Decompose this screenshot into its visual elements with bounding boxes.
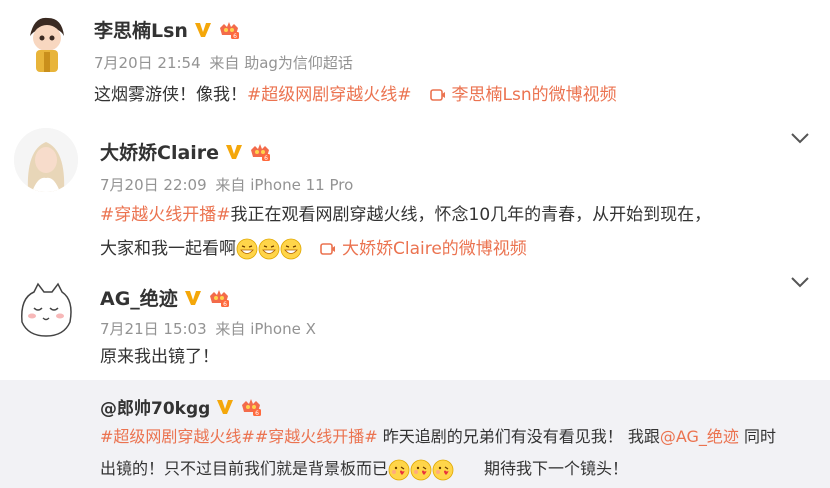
author-name[interactable]: 大娇娇Claire	[100, 138, 219, 165]
crown-badge-icon[interactable]	[240, 398, 262, 416]
post-date[interactable]: 7月20日 22:09	[100, 176, 207, 194]
post-date[interactable]: 7月21日 15:03	[100, 320, 207, 338]
author-name[interactable]: AG_绝迹	[100, 284, 178, 311]
avatar[interactable]	[14, 10, 78, 74]
post-3: AG_绝迹 7月21日 15:03 来自 iPhone X 原来我出镜了！	[0, 268, 830, 380]
crown-badge-icon[interactable]	[249, 143, 271, 161]
post-text: 原来我出镜了！	[100, 347, 219, 367]
author-name[interactable]: 李思楠Lsn	[94, 16, 188, 43]
verified-v-icon	[216, 398, 234, 416]
post-source[interactable]: 来自 助ag为信仰超话	[209, 54, 352, 72]
video-link[interactable]: 大娇娇Claire的微博视频	[342, 239, 527, 259]
grin-emoji-icon	[280, 238, 302, 260]
post-source[interactable]: 来自 iPhone 11 Pro	[215, 176, 353, 194]
post-text-line1: 我正在观看网剧穿越火线，怀念10几年的青春，从开始到现在，	[230, 205, 712, 225]
topic-link[interactable]: #穿越火线开播#	[255, 427, 378, 446]
topic-link[interactable]: #超级网剧穿越火线#	[247, 85, 412, 105]
chevron-down-icon[interactable]	[790, 276, 810, 288]
kiss-emoji-icon	[410, 459, 432, 481]
topic-link[interactable]: #超级网剧穿越火线#	[100, 427, 255, 446]
repost-text-line2: 出镜的！只不过目前我们就是背景板而已	[100, 459, 389, 478]
mention-link[interactable]: @AG_绝迹	[660, 427, 739, 446]
chevron-down-icon[interactable]	[790, 132, 810, 144]
repost-text: 同时	[744, 427, 777, 446]
repost-text: 昨天追剧的兄弟们有没有看见我！ 我跟	[382, 427, 660, 446]
grin-emoji-icon	[236, 238, 258, 260]
grin-emoji-icon	[258, 238, 280, 260]
verified-v-icon	[184, 289, 202, 307]
repost-card[interactable]: @郎帅70kgg #超级网剧穿越火线##穿越火线开播# 昨天追剧的兄弟们有没有看…	[0, 380, 830, 488]
video-icon	[430, 88, 446, 102]
post-source[interactable]: 来自 iPhone X	[215, 320, 315, 338]
topic-link[interactable]: #穿越火线开播#	[100, 205, 231, 225]
post-text-line2: 大家和我一起看啊	[100, 239, 236, 259]
post-1: 李思楠Lsn 7月20日 21:54 来自 助ag为信仰超话 这烟雾游侠！像我！…	[0, 0, 830, 118]
post-2: 大娇娇Claire 7月20日 22:09 来自 iPhone 11 Pro #…	[0, 118, 830, 268]
verified-v-icon	[225, 143, 243, 161]
video-icon	[320, 242, 336, 256]
repost-author-name[interactable]: @郎帅70kgg	[100, 394, 210, 419]
verified-v-icon	[194, 21, 212, 39]
repost-text-end: 期待我下一个镜头！	[484, 459, 629, 478]
avatar[interactable]	[14, 128, 78, 192]
post-date[interactable]: 7月20日 21:54	[94, 54, 201, 72]
avatar[interactable]	[14, 278, 78, 342]
video-link[interactable]: 李思楠Lsn的微博视频	[452, 85, 617, 105]
post-text: 这烟雾游侠！像我！	[94, 85, 247, 105]
kiss-emoji-icon	[432, 459, 454, 481]
crown-badge-icon[interactable]	[218, 21, 240, 39]
kiss-emoji-icon	[388, 459, 410, 481]
crown-badge-icon[interactable]	[208, 289, 230, 307]
